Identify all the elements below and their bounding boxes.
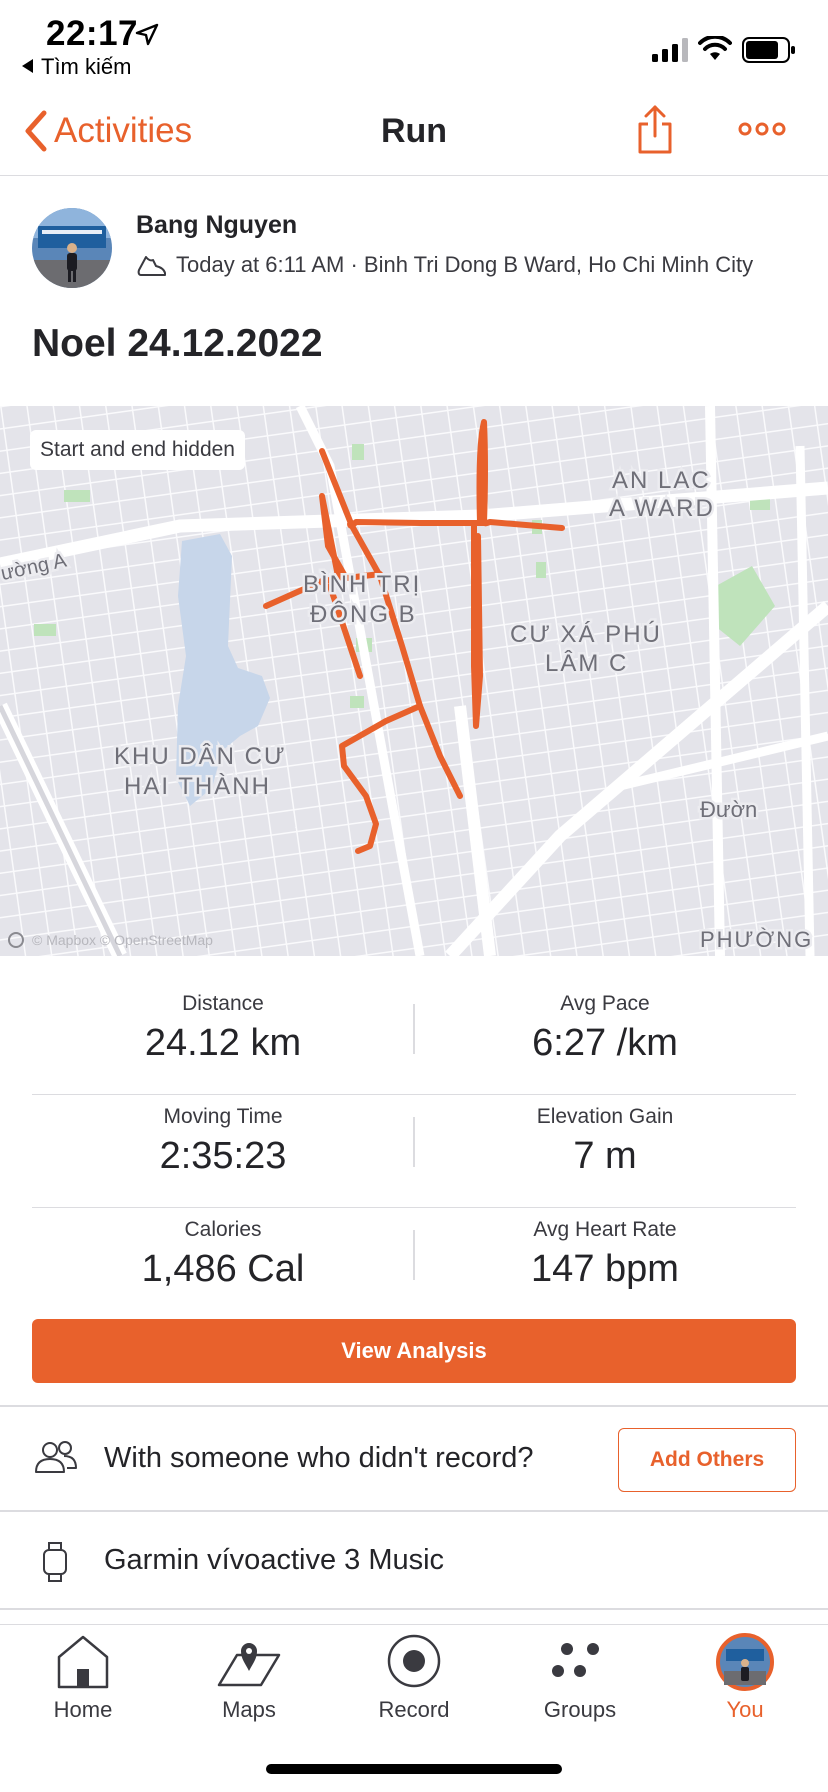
share-icon[interactable] <box>636 104 674 156</box>
stat-elevation-gain: Elevation Gain 7 m <box>414 1095 796 1178</box>
map-label: Đườn <box>700 797 757 822</box>
stat-label: Elevation Gain <box>536 1105 674 1128</box>
people-icon <box>35 1441 77 1473</box>
stat-value: 24.12 km <box>144 1022 302 1064</box>
stat-calories: Calories 1,486 Cal <box>32 1208 414 1291</box>
back-to-search[interactable]: Tìm kiếm <box>22 54 131 80</box>
map-label: CƯ XÁ PHÚ <box>510 621 662 648</box>
stat-value: 1,486 Cal <box>141 1248 305 1290</box>
stat-avg-heart-rate: Avg Heart Rate 147 bpm <box>414 1208 796 1291</box>
cellular-signal-icon <box>652 38 688 62</box>
chevron-left-icon <box>25 110 47 152</box>
map-label: KHU DÂN CƯ <box>114 743 287 770</box>
stat-row: Moving Time 2:35:23 Elevation Gain 7 m <box>32 1095 796 1208</box>
groups-icon <box>552 1643 599 1677</box>
back-triangle-icon <box>22 59 33 73</box>
map-label: HAI THÀNH <box>124 773 271 800</box>
park <box>350 696 364 708</box>
activity-meta: Today at 6:11 AM · Binh Tri Dong B Ward,… <box>136 252 753 278</box>
map-label: ĐÔNG B <box>310 600 417 628</box>
stat-value: 147 bpm <box>531 1248 679 1290</box>
tab-maps[interactable]: Maps <box>166 1625 332 1735</box>
stat-row: Calories 1,486 Cal Avg Heart Rate 147 bp… <box>32 1208 796 1321</box>
activity-title: Noel 24.12.2022 <box>32 322 323 365</box>
stat-avg-pace: Avg Pace 6:27 /km <box>414 982 796 1065</box>
map-attribution[interactable]: © Mapbox © OpenStreetMap <box>8 932 213 948</box>
divider <box>0 1608 828 1610</box>
back-button[interactable]: Activities <box>24 108 192 154</box>
park <box>64 490 90 502</box>
home-icon <box>57 1635 109 1689</box>
status-time: 22:17 <box>46 14 139 53</box>
athlete-avatar[interactable] <box>32 208 112 288</box>
stat-value: 2:35:23 <box>159 1135 287 1177</box>
map-canvas: BÌNH TRỊ ĐÔNG B AN LAC A WARD CƯ XÁ PHÚ … <box>0 406 828 956</box>
location-arrow-icon <box>135 23 159 46</box>
stat-value: 7 m <box>573 1135 637 1177</box>
home-indicator <box>266 1764 562 1774</box>
back-to-search-label: Tìm kiếm <box>41 54 132 79</box>
tab-groups[interactable]: Groups <box>497 1625 663 1735</box>
stat-label: Calories <box>184 1218 262 1241</box>
tab-label: Home <box>53 1697 113 1722</box>
device-name: Garmin vívoactive 3 Music <box>104 1544 445 1576</box>
stat-moving-time: Moving Time 2:35:23 <box>32 1095 414 1178</box>
add-others-button[interactable]: Add Others <box>618 1428 796 1492</box>
battery-icon <box>742 37 795 63</box>
stats-grid: Distance 24.12 km Avg Pace 6:27 /km Movi… <box>32 982 796 1321</box>
map-label: A WARD <box>609 495 715 522</box>
shoe-icon <box>137 256 166 276</box>
more-options-icon[interactable] <box>738 118 786 140</box>
tab-home[interactable]: Home <box>0 1625 166 1735</box>
privacy-chip: Start and end hidden <box>30 430 245 470</box>
wifi-icon <box>698 36 732 60</box>
stat-label: Avg Heart Rate <box>533 1218 677 1241</box>
map-label: AN LAC <box>612 467 711 494</box>
navigation-bar: Activities Run <box>0 86 828 176</box>
stat-row: Distance 24.12 km Avg Pace 6:27 /km <box>32 982 796 1095</box>
tab-label: Maps <box>222 1697 276 1722</box>
park <box>34 624 56 636</box>
map-attribution-text: © Mapbox © OpenStreetMap <box>32 932 213 948</box>
mapbox-logo-icon <box>8 932 24 948</box>
avatar <box>716 1633 774 1691</box>
view-analysis-button[interactable]: View Analysis <box>32 1319 796 1383</box>
status-bar: 22:17 Tìm kiếm <box>0 0 828 86</box>
with-others-text: With someone who didn't record? <box>104 1442 534 1474</box>
with-others-row: With someone who didn't record? Add Othe… <box>0 1406 828 1510</box>
avatar-photo <box>32 208 112 288</box>
route-map[interactable]: BÌNH TRỊ ĐÔNG B AN LAC A WARD CƯ XÁ PHÚ … <box>0 406 828 956</box>
stat-distance: Distance 24.12 km <box>32 982 414 1065</box>
map-icon <box>217 1643 281 1687</box>
stat-value: 6:27 /km <box>532 1022 678 1064</box>
park <box>536 562 546 578</box>
athlete-name[interactable]: Bang Nguyen <box>136 211 297 240</box>
record-icon <box>387 1634 441 1688</box>
tab-label: You <box>726 1697 764 1722</box>
tab-you[interactable]: You <box>662 1625 828 1735</box>
device-row[interactable]: Garmin vívoactive 3 Music <box>0 1512 828 1608</box>
map-label: BÌNH TRỊ <box>303 571 421 598</box>
tab-label: Record <box>378 1697 450 1722</box>
map-label: LÂM C <box>545 650 628 677</box>
stat-label: Avg Pace <box>560 992 650 1015</box>
activity-meta-text: Today at 6:11 AM · Binh Tri Dong B Ward,… <box>176 252 754 277</box>
stat-label: Distance <box>182 992 264 1015</box>
watch-icon <box>43 1542 67 1582</box>
park <box>352 444 364 460</box>
map-label: PHƯỜNG <box>700 927 813 952</box>
tab-record[interactable]: Record <box>331 1625 497 1735</box>
stat-label: Moving Time <box>163 1105 283 1128</box>
tab-label: Groups <box>543 1697 617 1722</box>
back-button-label: Activities <box>54 111 193 150</box>
